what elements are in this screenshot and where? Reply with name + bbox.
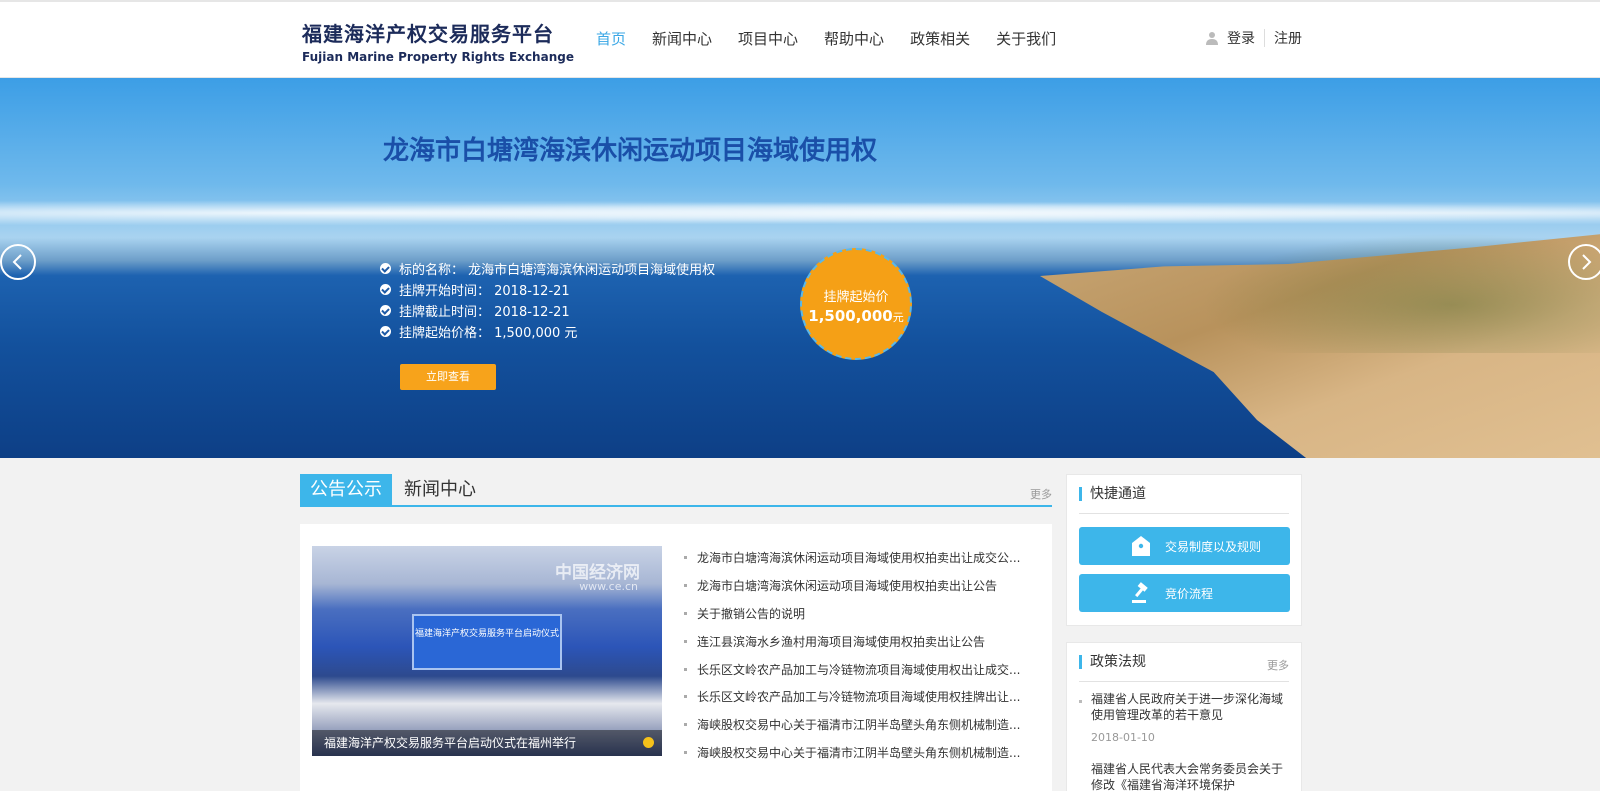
policy-more-link[interactable]: 更多 <box>1267 657 1289 673</box>
logo-title-en: Fujian Marine Property Rights Exchange <box>302 50 574 64</box>
quick-access-panel: 快捷通道 交易制度以及规则 竞价流程 <box>1066 474 1302 626</box>
bullet-icon <box>684 556 687 560</box>
announcement-panel: 中国经济网 www.ce.cn 福建海洋产权交易服务平台启动仪式 福建海洋产权交… <box>300 524 1052 791</box>
login-link[interactable]: 登录 <box>1227 28 1255 48</box>
photo-screen-text: 福建海洋产权交易服务平台启动仪式 <box>414 629 559 639</box>
announcements-more-link[interactable]: 更多 <box>1030 486 1052 502</box>
info-item: 挂牌截止时间： 2018-12-21 <box>380 300 715 321</box>
list-item[interactable]: 关于撤销公告的说明 <box>684 600 1024 628</box>
nav-about[interactable]: 关于我们 <box>996 28 1056 49</box>
policy-item[interactable]: 福建省人民代表大会常务委员会关于修改《福建省海洋环境保护 <box>1079 761 1289 791</box>
info-item: 标的名称： 龙海市白塘湾海滨休闲运动项目海域使用权 <box>380 258 715 279</box>
price-label: 挂牌起始价 <box>823 290 889 305</box>
tab-announcements[interactable]: 公告公示 <box>300 474 392 505</box>
photo-stage-screen: 福建海洋产权交易服务平台启动仪式 <box>412 614 562 670</box>
bullet-icon <box>1079 700 1082 703</box>
divider <box>1079 681 1289 682</box>
photo-watermark-url: www.ce.cn <box>579 580 638 593</box>
chevron-right-icon <box>1582 254 1592 270</box>
photo-caption: 福建海洋产权交易服务平台启动仪式在福州举行 <box>312 730 662 756</box>
banner-vegetation <box>1200 233 1600 353</box>
check-circle-icon <box>380 326 391 337</box>
list-item-title: 龙海市白塘湾海滨休闲运动项目海域使用权拍卖出让成交公... <box>697 551 1021 566</box>
info-text: 挂牌截止时间： 2018-12-21 <box>399 305 570 320</box>
site-logo[interactable]: 福建海洋产权交易服务平台 Fujian Marine Property Righ… <box>302 18 574 64</box>
nav-news[interactable]: 新闻中心 <box>652 28 712 49</box>
register-link[interactable]: 注册 <box>1274 28 1302 48</box>
info-text: 标的名称： 龙海市白塘湾海滨休闲运动项目海域使用权 <box>399 263 716 278</box>
hero-banner: 龙海市白塘湾海滨休闲运动项目海域使用权 标的名称： 龙海市白塘湾海滨休闲运动项目… <box>0 78 1600 458</box>
bullet-icon <box>684 667 687 671</box>
policy-item-title: 福建省人民代表大会常务委员会关于修改《福建省海洋环境保护 <box>1091 762 1284 791</box>
bullet-icon <box>684 584 687 588</box>
info-text: 挂牌起始价格： 1,500,000 元 <box>399 326 578 341</box>
list-item[interactable]: 海峡股权交易中心关于福清市江阴半岛壁头角东侧机械制造... <box>684 739 1024 767</box>
nav-projects[interactable]: 项目中心 <box>738 28 798 49</box>
gavel-icon <box>1131 582 1151 604</box>
policy-panel: 政策法规 更多 福建省人民政府关于进一步深化海域使用管理改革的若干意见 2018… <box>1066 642 1302 791</box>
banner-clouds <box>0 198 1600 228</box>
bidding-process-label: 竞价流程 <box>1165 586 1214 601</box>
banner-info-list: 标的名称： 龙海市白塘湾海滨休闲运动项目海域使用权 挂牌开始时间： 2018-1… <box>380 258 715 342</box>
list-item[interactable]: 海峡股权交易中心关于福清市江阴半岛壁头角东侧机械制造... <box>684 711 1024 739</box>
chevron-left-icon <box>12 254 22 270</box>
banner-title: 龙海市白塘湾海滨休闲运动项目海域使用权 <box>383 136 878 166</box>
policy-item[interactable]: 福建省人民政府关于进一步深化海域使用管理改革的若干意见 2018-01-10 <box>1079 691 1289 746</box>
document-tag-icon <box>1131 535 1151 557</box>
nav-policy[interactable]: 政策相关 <box>910 28 970 49</box>
auth-divider <box>1264 29 1265 47</box>
nav-home[interactable]: 首页 <box>596 28 626 49</box>
list-item[interactable]: 长乐区文岭农产品加工与冷链物流项目海域使用权出让成交... <box>684 655 1024 683</box>
bullet-icon <box>684 723 687 727</box>
divider <box>1079 513 1289 514</box>
price-unit: 元 <box>892 311 904 324</box>
trading-rules-label: 交易制度以及规则 <box>1165 539 1262 554</box>
nav-help[interactable]: 帮助中心 <box>824 28 884 49</box>
list-item[interactable]: 长乐区文岭农产品加工与冷链物流项目海域使用权挂牌出让... <box>684 683 1024 711</box>
check-circle-icon <box>380 263 391 274</box>
list-item-title: 海峡股权交易中心关于福清市江阴半岛壁头角东侧机械制造... <box>697 745 1021 760</box>
bullet-icon <box>684 750 687 754</box>
check-circle-icon <box>380 305 391 316</box>
list-item[interactable]: 连江县滨海水乡渔村用海项目海域使用权拍卖出让公告 <box>684 627 1024 655</box>
check-circle-icon <box>380 284 391 295</box>
prev-slide-button[interactable] <box>0 244 36 280</box>
announcement-tabs: 公告公示 新闻中心 更多 <box>300 474 1052 507</box>
trading-rules-button[interactable]: 交易制度以及规则 <box>1079 527 1290 565</box>
bullet-icon <box>684 639 687 643</box>
list-item-title: 海峡股权交易中心关于福清市江阴半岛壁头角东侧机械制造... <box>697 718 1021 733</box>
info-item: 挂牌起始价格： 1,500,000 元 <box>380 321 715 342</box>
auth-links: 登录 注册 <box>1205 28 1302 48</box>
price-badge: 挂牌起始价 1,500,000元 <box>800 248 912 360</box>
info-item: 挂牌开始时间： 2018-12-21 <box>380 279 715 300</box>
list-item-title: 连江县滨海水乡渔村用海项目海域使用权拍卖出让公告 <box>697 634 986 649</box>
list-item-title: 龙海市白塘湾海滨休闲运动项目海域使用权拍卖出让公告 <box>697 579 998 594</box>
price-value: 1,500,000 <box>808 307 893 325</box>
bidding-process-button[interactable]: 竞价流程 <box>1079 574 1290 612</box>
user-icon <box>1205 31 1219 45</box>
list-item-title: 长乐区文岭农产品加工与冷链物流项目海域使用权挂牌出让... <box>697 690 1021 705</box>
site-header: 福建海洋产权交易服务平台 Fujian Marine Property Righ… <box>0 0 1600 78</box>
policy-item-title: 福建省人民政府关于进一步深化海域使用管理改革的若干意见 <box>1091 692 1284 722</box>
quick-access-title: 快捷通道 <box>1079 487 1146 501</box>
bullet-icon <box>684 695 687 699</box>
list-item-title: 长乐区文岭农产品加工与冷链物流项目海域使用权出让成交... <box>697 662 1021 677</box>
info-text: 挂牌开始时间： 2018-12-21 <box>399 284 570 299</box>
list-item-title: 关于撤销公告的说明 <box>697 606 806 621</box>
next-slide-button[interactable] <box>1568 244 1600 280</box>
main-nav: 首页 新闻中心 项目中心 帮助中心 政策相关 关于我们 <box>596 28 1082 49</box>
price-value-wrap: 1,500,000元 <box>802 307 910 325</box>
announcement-list: 龙海市白塘湾海滨休闲运动项目海域使用权拍卖出让成交公... 龙海市白塘湾海滨休闲… <box>684 544 1024 766</box>
carousel-dot[interactable] <box>643 737 654 748</box>
news-photo[interactable]: 中国经济网 www.ce.cn 福建海洋产权交易服务平台启动仪式 福建海洋产权交… <box>312 546 662 756</box>
bullet-icon <box>684 611 687 615</box>
policy-item-date: 2018-01-10 <box>1091 731 1155 744</box>
list-item[interactable]: 龙海市白塘湾海滨休闲运动项目海域使用权拍卖出让成交公... <box>684 544 1024 572</box>
list-item[interactable]: 龙海市白塘湾海滨休闲运动项目海域使用权拍卖出让公告 <box>684 572 1024 600</box>
tab-news[interactable]: 新闻中心 <box>404 474 476 505</box>
logo-title-cn: 福建海洋产权交易服务平台 <box>302 22 554 46</box>
view-now-button[interactable]: 立即查看 <box>400 364 496 390</box>
policy-title: 政策法规 <box>1079 655 1146 669</box>
